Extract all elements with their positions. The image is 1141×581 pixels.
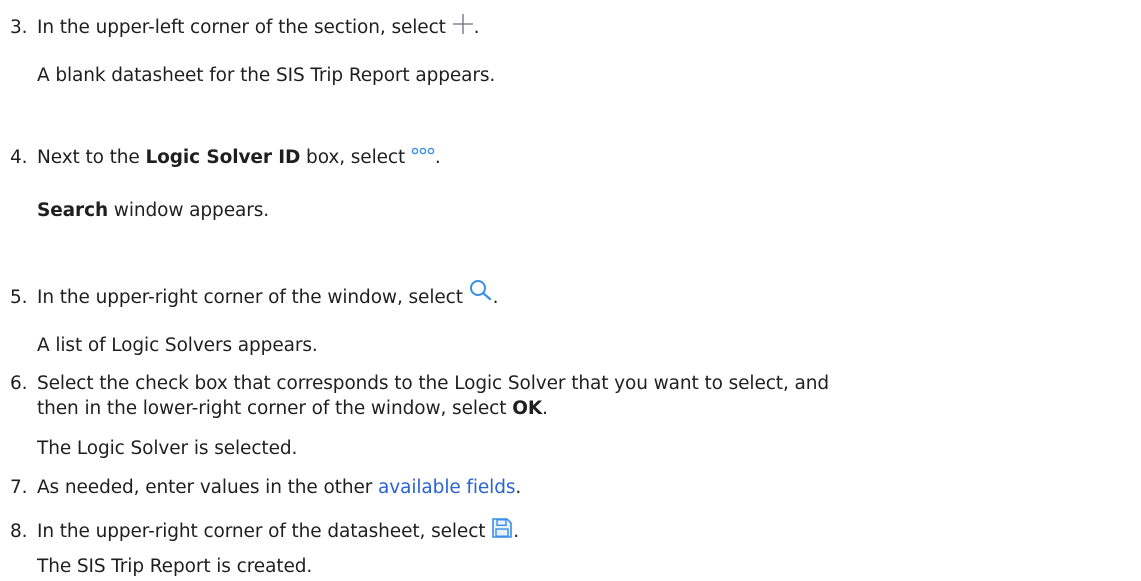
field-name-logic-solver-id: Logic Solver ID bbox=[145, 147, 301, 168]
step-text-end: . bbox=[492, 287, 499, 308]
plus-icon bbox=[452, 13, 474, 35]
step-3-result: A blank datasheet for the SIS Trip Repor… bbox=[37, 65, 496, 86]
step-text: As needed, enter values in the other bbox=[37, 477, 373, 498]
step-6-result: The Logic Solver is selected. bbox=[37, 438, 298, 459]
step-text: In the upper-left corner of the section,… bbox=[37, 17, 446, 38]
step-6: 6. Select the check box that corresponds … bbox=[10, 372, 829, 396]
step-text-end: . bbox=[515, 477, 522, 498]
step-number: 4. bbox=[10, 147, 28, 168]
step-8-result: The SIS Trip Report is created. bbox=[37, 556, 313, 577]
step-number: 3. bbox=[10, 17, 28, 38]
step-5-result: A list of Logic Solvers appears. bbox=[37, 335, 318, 356]
step-number: 5. bbox=[10, 287, 28, 308]
step-8: 8. In the upper-right corner of the datas… bbox=[10, 515, 519, 544]
step-text-end: . bbox=[513, 521, 520, 542]
step-7: 7. As needed, enter values in the other a… bbox=[10, 476, 521, 500]
step-3: 3. In the upper-left corner of the sectio… bbox=[10, 11, 479, 40]
step-text-middle: box, select bbox=[306, 147, 406, 168]
ellipsis-icon bbox=[411, 139, 435, 155]
step-text-end: . bbox=[542, 398, 548, 419]
step-number: 6. bbox=[10, 373, 28, 394]
step-text: Next to the bbox=[37, 147, 140, 168]
step-number: 7. bbox=[10, 477, 28, 498]
step-text-end: . bbox=[473, 17, 480, 38]
search-icon bbox=[469, 279, 493, 301]
button-name-ok: OK bbox=[512, 398, 543, 419]
step-4: 4. Next to the Logic Solver ID box, selec… bbox=[10, 146, 441, 170]
step-6-continued: then in the lower-right corner of the wi… bbox=[37, 397, 548, 421]
step-text: Select the check box that corresponds to… bbox=[37, 373, 830, 394]
step-text: then in the lower-right corner of the wi… bbox=[37, 398, 507, 419]
step-5: 5. In the upper-right corner of the windo… bbox=[10, 279, 499, 310]
step-text-end: . bbox=[434, 147, 441, 168]
step-text: In the upper-right corner of the datashe… bbox=[37, 521, 486, 542]
window-name-search: Search bbox=[37, 200, 109, 221]
step-number: 8. bbox=[10, 521, 28, 542]
available-fields-link[interactable]: available fields bbox=[378, 477, 515, 498]
save-icon bbox=[491, 517, 513, 539]
result-text: window appears. bbox=[113, 200, 270, 221]
step-text: In the upper-right corner of the window,… bbox=[37, 287, 463, 308]
step-4-result: Search window appears. bbox=[37, 199, 269, 223]
